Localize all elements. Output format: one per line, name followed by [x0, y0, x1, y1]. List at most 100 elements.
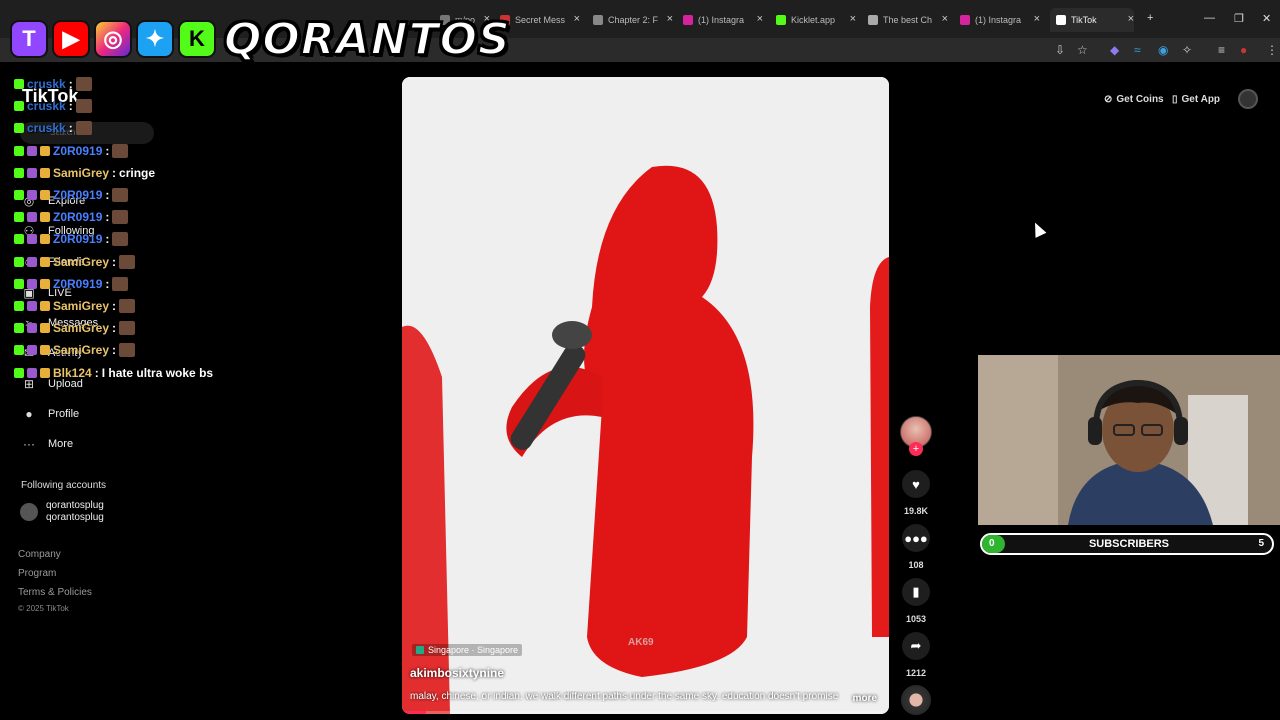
get-app-button[interactable]: ▯ Get App — [1172, 89, 1220, 109]
like-heart-icon[interactable]: ♥ — [902, 470, 930, 498]
browser-tab[interactable]: Chapter 2: F × — [593, 8, 673, 32]
tab-close-icon[interactable]: × — [850, 13, 856, 25]
twitch-icon: T — [10, 20, 48, 58]
tab-favicon-icon — [868, 15, 878, 25]
crown-badge-icon — [40, 278, 50, 289]
kick-badge-icon — [14, 278, 24, 289]
browser-tab[interactable]: (1) Instagra × — [683, 8, 763, 32]
comment-icon[interactable]: ●●● — [902, 524, 930, 552]
crown-badge-icon — [40, 345, 50, 356]
tab-close-icon[interactable]: × — [667, 13, 673, 25]
chat-emote-icon — [119, 254, 136, 269]
video-player[interactable]: AK69 Singapore · Singapore akimbosixtyni… — [402, 77, 889, 714]
extensions-puzzle-icon[interactable]: ✧ — [1182, 43, 1192, 57]
chat-separator: : — [112, 299, 117, 313]
profile-avatar[interactable] — [1238, 89, 1258, 109]
install-icon[interactable]: ⇩ — [1055, 43, 1065, 57]
kick-badge-icon — [14, 190, 24, 200]
chat-separator: : — [105, 276, 110, 291]
chat-message: SamiGrey: — [14, 318, 136, 338]
phone-icon: ▯ — [1172, 93, 1178, 105]
location-tag[interactable]: Singapore · Singapore — [412, 644, 523, 656]
crown-badge-icon — [40, 256, 50, 267]
tab-favicon-icon — [776, 15, 786, 25]
subscriber-badge-icon — [27, 212, 37, 223]
webcam-feed — [978, 355, 1280, 525]
tab-close-icon[interactable]: × — [1128, 13, 1134, 25]
share-arrow-icon[interactable]: ➦ — [902, 632, 930, 660]
browser-tab[interactable]: TikTok × — [1050, 8, 1134, 32]
mouse-cursor-icon — [1029, 220, 1047, 238]
crown-badge-icon — [40, 167, 50, 178]
browser-menu-icon[interactable]: ⋮ — [1266, 43, 1278, 57]
kick-badge-icon — [14, 123, 24, 134]
extension-icon[interactable]: ◉ — [1158, 43, 1168, 57]
chat-username: SamiGrey — [53, 165, 110, 180]
browser-tab[interactable]: Secret Mess × — [500, 8, 580, 32]
restore-button[interactable]: ❐ — [1234, 12, 1244, 25]
tab-label: Chapter 2: F — [608, 15, 659, 25]
browser-tab[interactable]: (1) Instagra × — [960, 8, 1040, 32]
following-account-item[interactable]: qorantosplug qorantosplug — [20, 500, 104, 524]
chat-username: SamiGrey — [53, 343, 110, 358]
close-window-button[interactable]: ✕ — [1262, 12, 1271, 25]
footer-link-company[interactable]: Company — [18, 549, 61, 560]
get-coins-label: Get Coins — [1116, 93, 1164, 105]
chat-username: Z0R0919 — [53, 232, 103, 247]
bookmark-star-icon[interactable]: ☆ — [1077, 43, 1088, 57]
browser-tab[interactable]: Kicklet.app × — [776, 8, 856, 32]
chat-separator: : — [105, 188, 110, 202]
bookmark-icon[interactable]: ▮ — [902, 578, 930, 606]
tab-close-icon[interactable]: × — [942, 13, 948, 25]
tab-close-icon[interactable]: × — [1034, 13, 1040, 25]
chat-message: cruskk: — [14, 96, 92, 116]
tab-favicon-icon — [683, 15, 693, 25]
media-controls-icon[interactable]: ≡ — [1218, 43, 1225, 57]
twitter-icon: ✦ — [136, 20, 174, 58]
caption-more-button[interactable]: more — [853, 693, 877, 704]
chat-separator: : — [94, 365, 99, 380]
video-watermark: AK69 — [628, 637, 654, 648]
video-author[interactable]: akimbosixtynine — [410, 666, 504, 680]
chat-message: SamiGrey: — [14, 252, 136, 272]
follow-plus-icon[interactable]: + — [909, 442, 923, 456]
footer-link-program[interactable]: Program — [18, 568, 56, 579]
video-progress-bar[interactable] — [402, 711, 889, 714]
sidebar-item-more[interactable]: ··· More — [22, 437, 73, 451]
chat-text: cringe — [119, 165, 156, 180]
sidebar-item-profile[interactable]: ● Profile — [22, 407, 79, 421]
location-pin-icon — [416, 646, 424, 654]
chat-emote-icon — [112, 188, 129, 202]
tab-close-icon[interactable]: × — [574, 13, 580, 25]
kick-icon: K — [178, 20, 216, 58]
tab-label: Kicklet.app — [791, 15, 836, 25]
extension-icon[interactable]: ≈ — [1134, 43, 1141, 57]
kick-badge-icon — [14, 323, 24, 334]
chat-separator: : — [68, 99, 73, 114]
like-count: 19.8K — [903, 506, 929, 516]
chat-message: SamiGrey: — [14, 340, 136, 360]
sidebar-item-label: Profile — [48, 408, 80, 420]
browser-tab[interactable]: The best Ch × — [868, 8, 948, 32]
subscriber-badge-icon — [27, 301, 37, 311]
extension-icon[interactable]: ◆ — [1110, 43, 1119, 57]
music-disc-icon[interactable] — [901, 685, 931, 715]
chat-emote-icon — [75, 121, 92, 136]
tab-close-icon[interactable]: × — [757, 13, 763, 25]
tab-label: TikTok — [1071, 15, 1097, 25]
get-coins-button[interactable]: ⊘ Get Coins — [1104, 89, 1164, 109]
save-count: 1053 — [905, 614, 927, 624]
chat-message: Z0R0919: — [14, 229, 129, 249]
get-app-label: Get App — [1181, 93, 1221, 105]
youtube-icon: ▶ — [52, 20, 90, 58]
subscriber-badge-icon — [27, 145, 37, 156]
share-count: 1212 — [905, 668, 927, 678]
footer-link-terms[interactable]: Terms & Policies — [18, 587, 92, 598]
account-name: qorantosplug — [46, 500, 104, 511]
minimize-button[interactable]: — — [1204, 12, 1215, 24]
copyright-text: © 2025 TikTok — [18, 604, 69, 613]
new-tab-button[interactable]: + — [1147, 12, 1153, 24]
subscriber-badge-icon — [27, 345, 37, 356]
profile-avatar-icon[interactable]: ● — [1240, 43, 1247, 57]
chat-emote-icon — [119, 299, 136, 313]
